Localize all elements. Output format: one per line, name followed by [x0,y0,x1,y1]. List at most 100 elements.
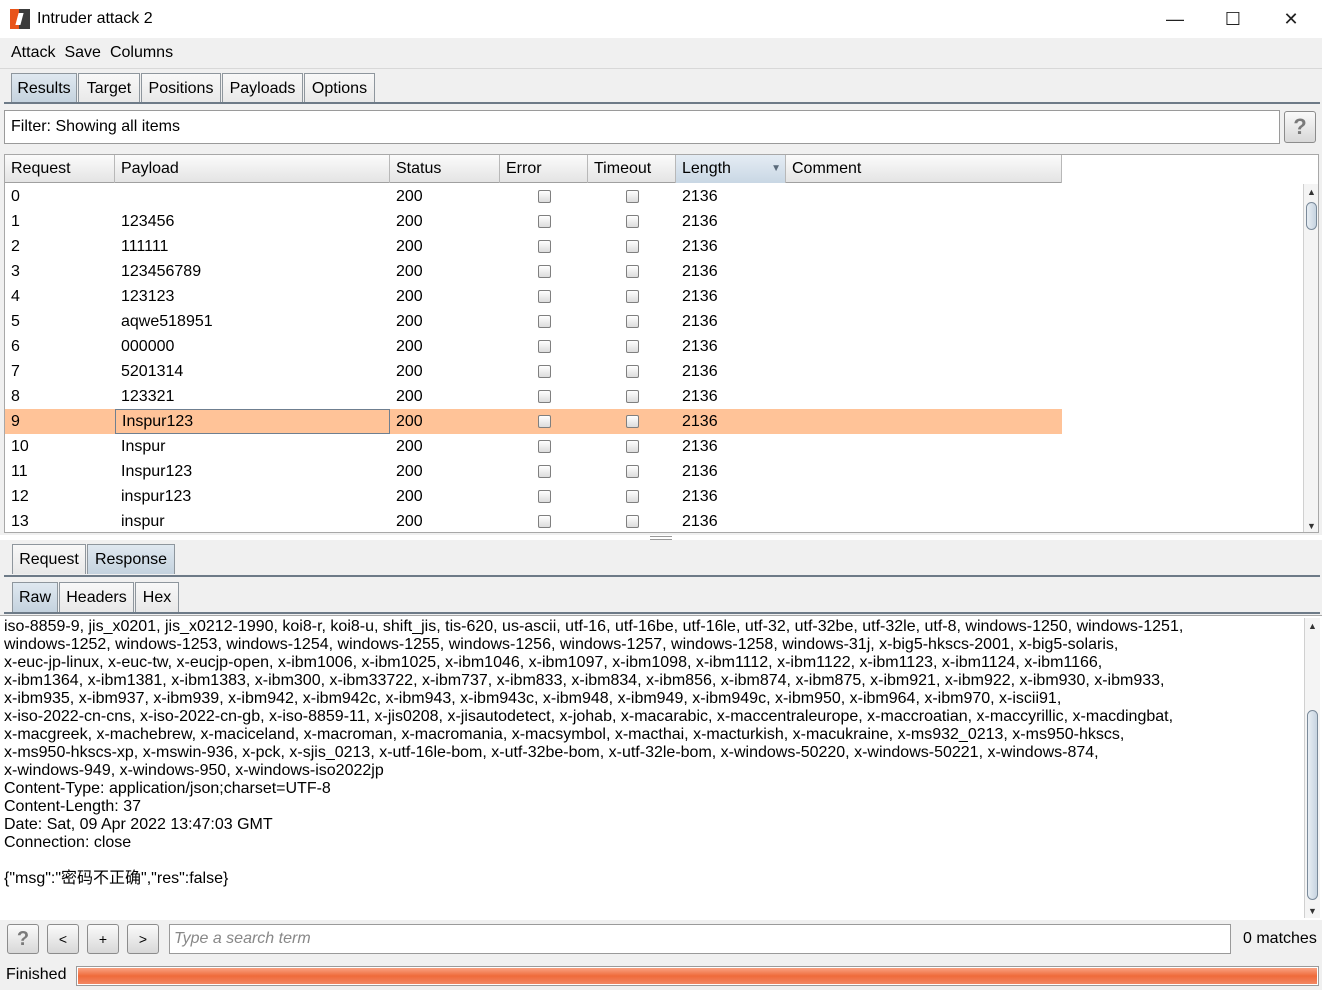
cell-timeout [588,234,676,259]
response-scrollbar[interactable]: ▲ ▼ [1304,618,1320,918]
cell-comment [786,434,1062,459]
tab-positions[interactable]: Positions [141,73,221,103]
tab-payloads[interactable]: Payloads [222,73,303,103]
tab-results[interactable]: Results [11,73,77,103]
cell-comment [786,259,1062,284]
response-line: {"msg":"密码不正确","res":false} [4,870,229,887]
search-prev-button[interactable]: < [47,924,79,954]
cell-status: 200 [396,412,423,430]
search-input[interactable]: Type a search term [169,924,1231,954]
col-length-label: Length [682,160,731,177]
cell-error [500,409,588,434]
previous-icon: < [58,931,68,947]
tab-hex[interactable]: Hex [135,582,179,612]
minimize-button[interactable]: — [1146,0,1204,38]
table-row[interactable]: 8 123321 200 2136 [5,384,1062,409]
response-line: x-euc-jp-linux, x-euc-tw, x-eucjp-open, … [4,654,1103,671]
table-body: 0 200 2136 1 123456 200 2136 2 111111 200 2136 3 123… [5,184,1062,532]
table-row[interactable]: 10 Inspur 200 2136 [5,434,1062,459]
menu-save[interactable]: Save [64,44,100,62]
help-icon: ? [16,927,30,950]
table-row[interactable]: 2 111111 200 2136 [5,234,1062,259]
search-add-button[interactable]: + [87,924,119,954]
cell-request: 9 [11,412,20,430]
window-title: Intruder attack 2 [37,10,153,27]
filter-help-button[interactable]: ? [1284,111,1316,143]
timeout-checkbox [625,240,639,253]
progress-bar [76,966,1319,986]
tab-options[interactable]: Options [304,73,375,103]
col-status[interactable]: Status [390,155,500,183]
results-table: Request Payload Status Error Timeout Len… [4,154,1319,533]
response-line: windows-1252, windows-1253, windows-1254… [4,636,1119,653]
cell-timeout [588,259,676,284]
col-length[interactable]: Length ▼ [676,155,786,183]
response-line: Connection: close [4,834,132,851]
response-line: x-ibm935, x-ibm937, x-ibm939, x-ibm942, … [4,690,1062,707]
table-row[interactable]: 1 123456 200 2136 [5,209,1062,234]
cell-request: 12 [11,487,29,505]
table-row[interactable]: 13 inspur 200 2136 [5,509,1062,532]
scroll-down-icon[interactable]: ▼ [1305,903,1320,918]
cell-length: 2136 [682,187,718,205]
col-request[interactable]: Request [5,155,115,183]
cell-error [500,184,588,209]
scroll-down-icon[interactable]: ▼ [1304,518,1318,532]
table-row[interactable]: 6 000000 200 2136 [5,334,1062,359]
timeout-checkbox [625,340,639,353]
cell-request: 7 [11,362,20,380]
tab-headers[interactable]: Headers [59,582,134,612]
response-line: x-macgreek, x-machebrew, x-maciceland, x… [4,726,1125,743]
close-button[interactable]: ✕ [1262,0,1320,38]
table-scroll-thumb[interactable] [1306,202,1317,230]
menu-bar: Attack Save Columns [0,38,1322,68]
col-payload[interactable]: Payload [115,155,390,183]
cell-payload: inspur [121,512,165,530]
error-checkbox [537,515,551,528]
table-row[interactable]: 4 123123 200 2136 [5,284,1062,309]
cell-timeout [588,434,676,459]
error-checkbox [537,265,551,278]
response-scroll-thumb[interactable] [1307,710,1318,900]
menu-columns[interactable]: Columns [110,44,173,62]
search-next-button[interactable]: > [127,924,159,954]
cell-request: 13 [11,512,29,530]
table-row[interactable]: 12 inspur123 200 2136 [5,484,1062,509]
cell-timeout [588,359,676,384]
table-row[interactable]: 9 Inspur123 200 2136 [5,409,1062,434]
cell-request: 0 [11,187,20,205]
timeout-checkbox [625,190,639,203]
response-viewer[interactable]: iso-8859-9, jis_x0201, jis_x0212-1990, k… [0,615,1322,920]
tab-response[interactable]: Response [87,544,175,574]
filter-bar[interactable]: Filter: Showing all items [4,110,1280,144]
table-row[interactable]: 11 Inspur123 200 2136 [5,459,1062,484]
col-timeout[interactable]: Timeout [588,155,676,183]
table-row[interactable]: 7 5201314 200 2136 [5,359,1062,384]
cell-comment [786,484,1062,509]
table-row[interactable]: 5 aqwe518951 200 2136 [5,309,1062,334]
menu-attack[interactable]: Attack [11,44,55,62]
cell-timeout [588,309,676,334]
search-help-button[interactable]: ? [7,924,39,954]
error-checkbox [537,440,551,453]
table-scrollbar[interactable]: ▲ ▼ [1303,184,1318,532]
response-line: Date: Sat, 09 Apr 2022 13:47:03 GMT [4,816,273,833]
cell-timeout [588,459,676,484]
response-line: Content-Type: application/json;charset=U… [4,780,331,797]
table-row[interactable]: 0 200 2136 [5,184,1062,209]
maximize-button[interactable]: ☐ [1204,0,1262,38]
tab-raw[interactable]: Raw [12,582,58,612]
cell-payload: 000000 [121,337,175,355]
cell-error [500,334,588,359]
maximize-icon: ☐ [1224,8,1242,29]
tab-target[interactable]: Target [78,73,140,103]
scroll-up-icon[interactable]: ▲ [1304,184,1318,199]
col-comment[interactable]: Comment [786,155,1062,183]
cell-timeout [588,334,676,359]
tab-request[interactable]: Request [12,544,86,574]
cell-timeout [588,484,676,509]
timeout-checkbox [625,415,639,428]
scroll-up-icon[interactable]: ▲ [1305,618,1320,633]
col-error[interactable]: Error [500,155,588,183]
table-row[interactable]: 3 123456789 200 2136 [5,259,1062,284]
